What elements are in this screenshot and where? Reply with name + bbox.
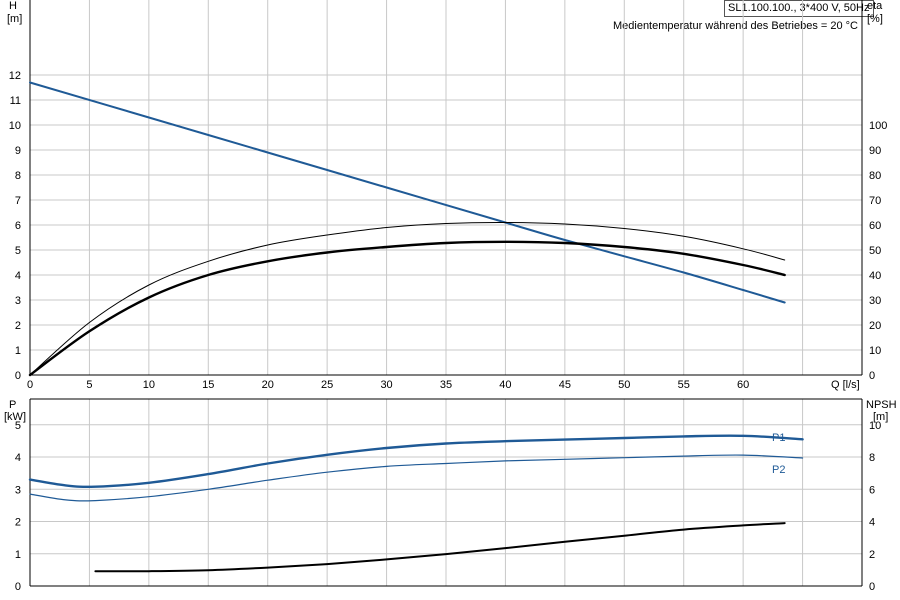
right-tick-label: 100 bbox=[869, 120, 887, 132]
left-tick-label: 9 bbox=[15, 145, 21, 157]
x-tick-label: 60 bbox=[737, 379, 749, 391]
left-tick-label: 1 bbox=[15, 345, 21, 357]
x-tick-label: 25 bbox=[321, 379, 333, 391]
left-tick-label: 5 bbox=[15, 245, 21, 257]
x-tick-label: 50 bbox=[618, 379, 630, 391]
p2-series-label: P2 bbox=[772, 464, 785, 476]
right-tick-label: 8 bbox=[869, 452, 875, 464]
left-tick-label: 11 bbox=[10, 95, 21, 107]
upper-grid bbox=[29, 0, 863, 376]
p1-series-label: P1 bbox=[772, 432, 785, 444]
left-tick-label: 0 bbox=[15, 581, 21, 593]
flow-axis-label: Q [l/s] bbox=[831, 379, 860, 391]
efficiency-axis-label: eta bbox=[867, 0, 883, 12]
left-tick-label: 12 bbox=[9, 70, 21, 82]
left-tick-label: 2 bbox=[15, 320, 21, 332]
lower-series-line-3 bbox=[94, 522, 786, 573]
left-tick-label: 4 bbox=[15, 270, 21, 282]
right-tick-label: 70 bbox=[869, 195, 881, 207]
left-tick-label: 7 bbox=[15, 195, 21, 207]
x-tick-label: 0 bbox=[27, 379, 33, 391]
x-tick-label: 30 bbox=[380, 379, 392, 391]
left-tick-label: 0 bbox=[15, 370, 21, 382]
x-tick-label: 55 bbox=[678, 379, 690, 391]
x-tick-label: 10 bbox=[143, 379, 155, 391]
right-tick-label: 4 bbox=[869, 517, 875, 529]
right-tick-label: 50 bbox=[869, 245, 881, 257]
right-tick-label: 0 bbox=[869, 370, 875, 382]
x-tick-label: 35 bbox=[440, 379, 452, 391]
npsh-axis-label: NPSH bbox=[866, 399, 897, 411]
upper-series bbox=[28, 81, 786, 377]
power-axis-unit: [kW] bbox=[4, 411, 26, 423]
left-tick-label: 3 bbox=[15, 484, 21, 496]
right-tick-label: 30 bbox=[869, 295, 881, 307]
left-tick-label: 6 bbox=[15, 220, 21, 232]
left-tick-label: 3 bbox=[15, 295, 21, 307]
right-tick-label: 6 bbox=[869, 484, 875, 496]
left-tick-label: 10 bbox=[9, 120, 21, 132]
upper-series-line-3 bbox=[28, 240, 786, 377]
lower-series-line-2 bbox=[29, 454, 804, 502]
right-tick-label: 60 bbox=[869, 220, 881, 232]
head-axis-label: H bbox=[9, 0, 17, 12]
upper-series-line-1 bbox=[29, 81, 786, 304]
x-tick-label: 20 bbox=[262, 379, 274, 391]
power-axis-label: P bbox=[9, 399, 16, 411]
right-tick-label: 40 bbox=[869, 270, 881, 282]
right-tick-label: 20 bbox=[869, 320, 881, 332]
left-tick-label: 4 bbox=[15, 452, 21, 464]
left-tick-label: 1 bbox=[15, 549, 21, 561]
efficiency-axis-unit: [%] bbox=[867, 13, 883, 25]
left-tick-label: 2 bbox=[15, 517, 21, 529]
head-axis-unit: [m] bbox=[7, 13, 22, 25]
right-tick-label: 0 bbox=[869, 581, 875, 593]
lower-grid bbox=[29, 398, 863, 587]
lower-series-line-1 bbox=[28, 434, 804, 489]
pump-performance-chart: 0 5 10 15 20 25 30 35 40 45 50 55 600123456789101112… bbox=[4, 0, 897, 593]
lower-series bbox=[28, 434, 804, 573]
right-tick-label: 90 bbox=[869, 145, 881, 157]
npsh-axis-unit: [m] bbox=[873, 411, 888, 423]
x-tick-label: 15 bbox=[202, 379, 214, 391]
x-tick-label: 40 bbox=[499, 379, 511, 391]
right-tick-label: 10 bbox=[869, 345, 881, 357]
upper-tick-labels: 0 5 10 15 20 25 30 35 40 45 50 55 600123456789101112… bbox=[9, 70, 888, 391]
x-tick-label: 45 bbox=[559, 379, 571, 391]
right-tick-label: 80 bbox=[869, 170, 881, 182]
x-tick-label: 5 bbox=[86, 379, 92, 391]
lower-tick-labels: 0123450246810 bbox=[15, 420, 881, 593]
left-tick-label: 8 bbox=[15, 170, 21, 182]
right-tick-label: 2 bbox=[869, 549, 875, 561]
